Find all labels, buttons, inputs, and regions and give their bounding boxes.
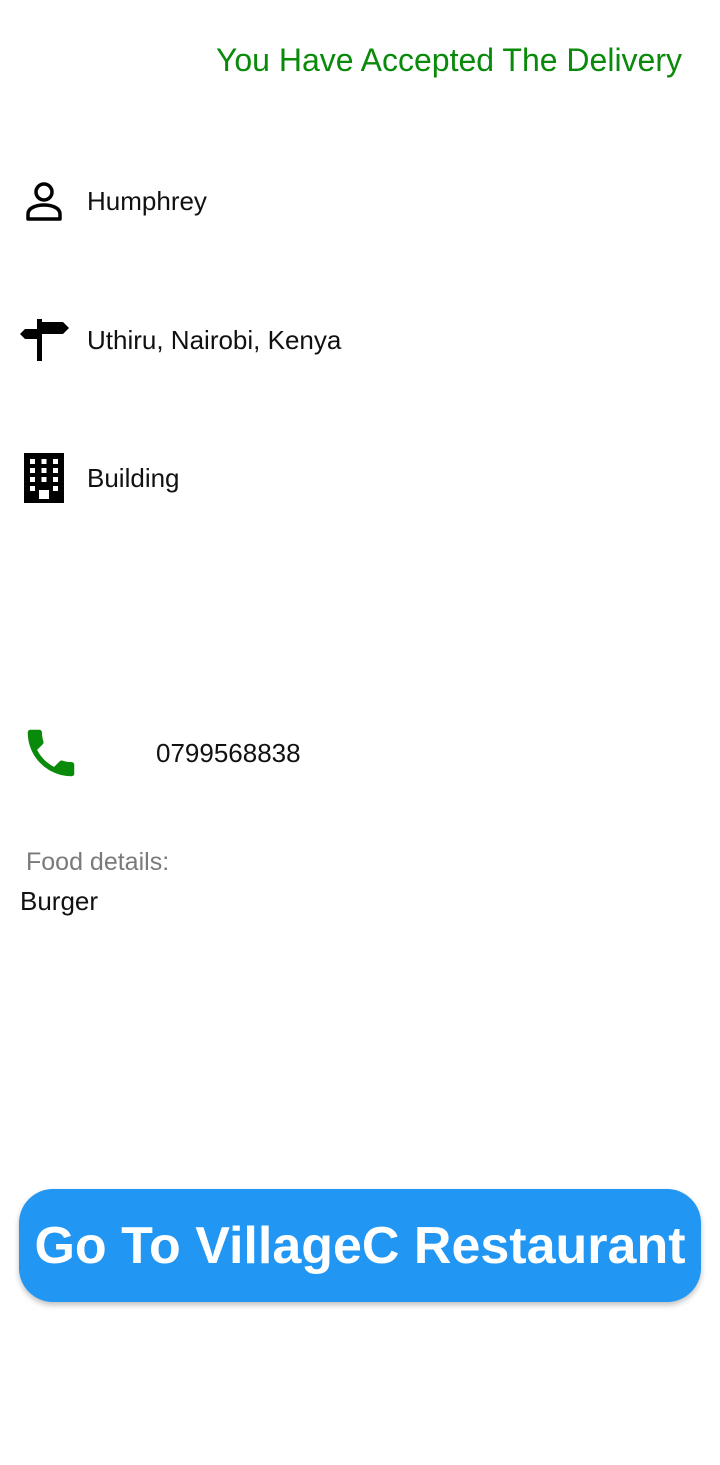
building-label: Building	[87, 462, 180, 493]
location-row: Uthiru, Nairobi, Kenya	[18, 314, 341, 366]
delivery-status-title: You Have Accepted The Delivery	[215, 42, 682, 78]
phone-row[interactable]: 0799568838	[20, 722, 301, 784]
building-row: Building	[18, 452, 180, 504]
food-details-value: Burger	[20, 886, 99, 916]
location-address: Uthiru, Nairobi, Kenya	[87, 324, 342, 355]
building-icon	[18, 452, 70, 504]
customer-name: Humphrey	[87, 185, 207, 216]
signpost-icon	[18, 314, 70, 366]
phone-icon[interactable]	[20, 722, 82, 784]
food-details-label: Food details:	[26, 848, 170, 876]
phone-number[interactable]: 0799568838	[156, 738, 301, 769]
person-icon	[18, 175, 70, 227]
go-to-restaurant-button[interactable]: Go To VillageC Restaurant	[19, 1189, 701, 1302]
go-to-restaurant-label: Go To VillageC Restaurant	[34, 1216, 686, 1275]
customer-name-row: Humphrey	[18, 175, 207, 227]
